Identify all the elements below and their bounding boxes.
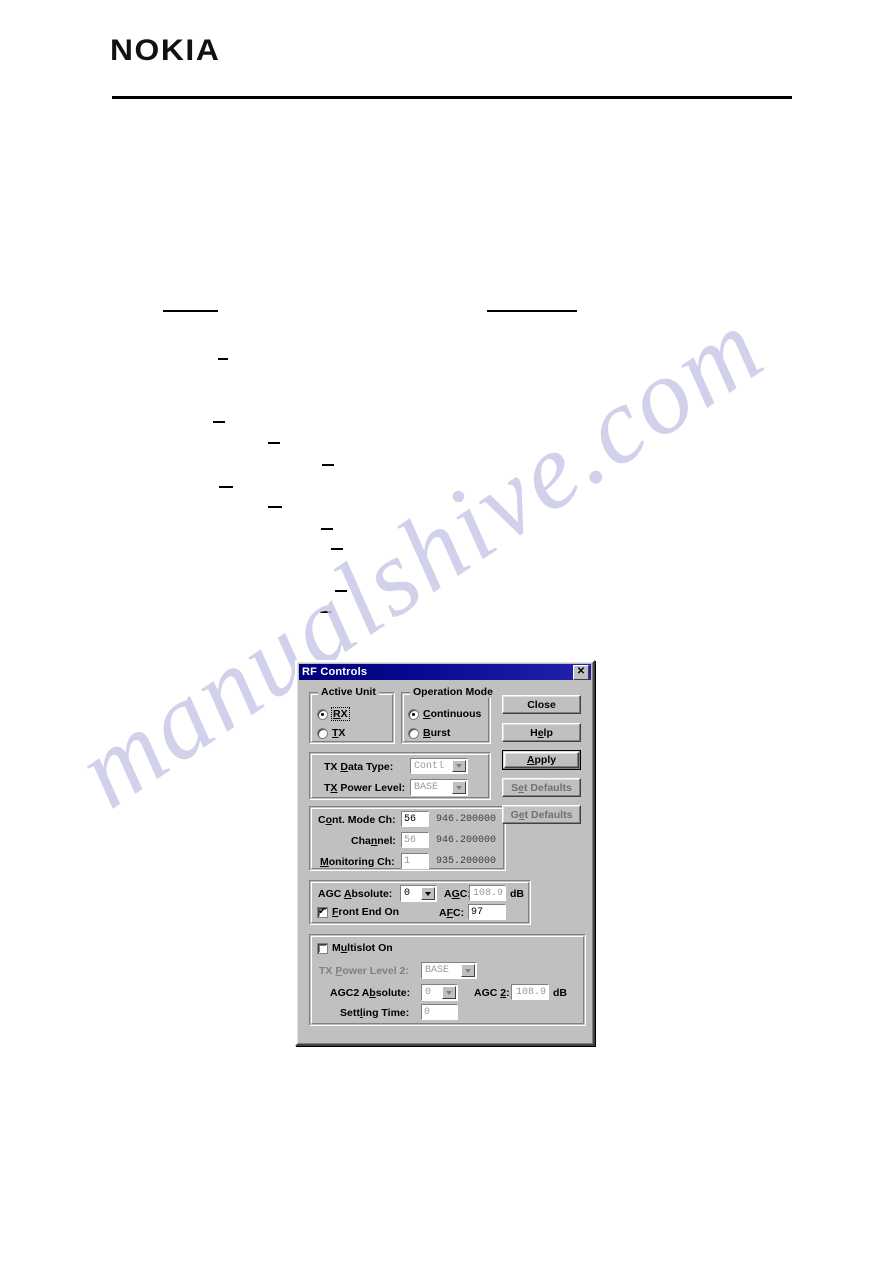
radio-rx-label: RX <box>331 707 350 721</box>
monitoring-ch-input[interactable]: 1 <box>401 853 429 869</box>
cont-mode-ch-input[interactable]: 56 <box>401 811 429 827</box>
radio-rx[interactable]: RX <box>317 707 350 721</box>
redaction-mark <box>487 310 577 312</box>
chevron-down-icon[interactable] <box>461 964 475 977</box>
redaction-mark <box>219 486 233 488</box>
agc2-absolute-label: AGC2 Absolute: <box>330 987 411 999</box>
agc2-value-field[interactable]: 108.9 <box>511 984 549 1000</box>
chevron-down-icon[interactable] <box>452 760 466 772</box>
agc-unit-label: dB <box>510 888 524 900</box>
redaction-mark <box>163 310 218 312</box>
chevron-down-icon[interactable] <box>452 781 466 794</box>
radio-burst[interactable]: Burst <box>408 727 450 739</box>
multislot-on-label: Multislot On <box>332 942 393 954</box>
redaction-mark <box>335 590 347 592</box>
redaction-mark <box>268 442 280 444</box>
monitoring-ch-label: Monitoring Ch: <box>320 856 395 868</box>
cont-mode-ch-frequency: 946.200000 <box>436 814 497 825</box>
agc2-unit-label: dB <box>553 987 567 999</box>
radio-rx-indicator[interactable] <box>317 708 328 720</box>
redaction-mark <box>320 611 332 613</box>
tx-power-level-label: TX Power Level: <box>324 782 406 794</box>
tx-data-type-value: Contl <box>414 760 445 772</box>
afc-input[interactable]: 97 <box>468 904 506 920</box>
channel-input[interactable]: 56 <box>401 832 429 848</box>
tx-power-level-2-value: BASE <box>425 965 450 976</box>
radio-continuous-label: Continuous <box>423 708 482 720</box>
front-end-on-label: Front End On <box>332 906 400 918</box>
nokia-logo: NOKIA <box>110 34 221 67</box>
radio-burst-indicator[interactable] <box>408 727 419 739</box>
header-divider <box>112 96 792 99</box>
chevron-down-icon[interactable] <box>442 986 456 999</box>
help-button-label: Help <box>530 726 553 739</box>
settling-time-input[interactable]: 0 <box>421 1004 458 1020</box>
agc2-label: AGC 2: <box>474 987 510 999</box>
channel-label: Channel: <box>351 835 396 847</box>
redaction-mark <box>321 528 333 530</box>
multislot-on-checkbox[interactable] <box>317 942 328 954</box>
tx-power-level-value: BASE <box>414 782 439 793</box>
dialog-titlebar[interactable]: RF Controls ✕ <box>299 664 591 680</box>
help-button[interactable]: Help <box>502 723 581 742</box>
dialog-title: RF Controls <box>302 666 368 678</box>
radio-tx-label: TX <box>332 727 346 739</box>
agc-value-field[interactable]: 108.9 <box>469 885 506 901</box>
get-defaults-button-label: Get Defaults <box>510 808 573 821</box>
agc-absolute-combo[interactable]: 0 <box>400 885 437 902</box>
apply-button-label: Apply <box>526 754 557 766</box>
agc-absolute-value: 0 <box>404 888 411 899</box>
multislot-on-checkbox-row[interactable]: Multislot On <box>317 942 393 954</box>
get-defaults-button[interactable]: Get Defaults <box>502 805 581 824</box>
redaction-mark <box>213 421 225 423</box>
cont-mode-ch-label: Cont. Mode Ch: <box>318 814 396 826</box>
document-page: NOKIA manualshive.com RF Controls ✕ Acti… <box>0 0 893 1263</box>
close-icon[interactable]: ✕ <box>573 664 589 680</box>
agc-absolute-label: AGC Absolute: <box>318 888 393 900</box>
agc-label: AGC: <box>444 888 471 900</box>
redaction-mark <box>218 358 228 360</box>
radio-continuous-indicator[interactable] <box>408 708 419 720</box>
radio-tx-indicator[interactable] <box>317 727 328 739</box>
agc2-absolute-value: 0 <box>425 987 432 998</box>
tx-power-level-2-label: TX Power Level 2: <box>319 965 409 977</box>
afc-label: AFC: <box>439 907 465 919</box>
close-button-label: Close <box>527 698 556 711</box>
rf-controls-dialog: RF Controls ✕ Active Unit RX TX Operatio… <box>295 660 595 1046</box>
agc2-absolute-combo[interactable]: 0 <box>421 984 458 1001</box>
radio-burst-label: Burst <box>423 727 451 739</box>
channel-frequency: 946.200000 <box>436 835 497 846</box>
close-button[interactable]: Close <box>502 695 581 714</box>
set-defaults-button-label: Set Defaults <box>511 781 572 794</box>
operation-mode-title: Operation Mode <box>410 686 496 698</box>
redaction-mark <box>331 548 343 550</box>
tx-data-type-label: TX Data Type: <box>324 761 394 773</box>
tx-power-level-combo[interactable]: BASE <box>410 779 468 796</box>
active-unit-title: Active Unit <box>318 686 379 698</box>
chevron-down-icon[interactable] <box>421 887 435 900</box>
redaction-mark <box>322 464 334 466</box>
set-defaults-button[interactable]: Set Defaults <box>502 778 581 797</box>
apply-button[interactable]: Apply <box>502 750 581 770</box>
redaction-mark <box>268 506 282 508</box>
front-end-on-checkbox-row[interactable]: Front End On <box>317 906 399 918</box>
tx-data-type-combo[interactable]: Contl <box>410 758 468 774</box>
radio-continuous[interactable]: Continuous <box>408 708 481 720</box>
radio-tx[interactable]: TX <box>317 727 345 739</box>
tx-power-level-2-combo[interactable]: BASE <box>421 962 477 979</box>
front-end-on-checkbox[interactable] <box>317 906 328 918</box>
settling-time-label: Settling Time: <box>340 1007 410 1019</box>
monitoring-ch-frequency: 935.200000 <box>436 856 497 867</box>
